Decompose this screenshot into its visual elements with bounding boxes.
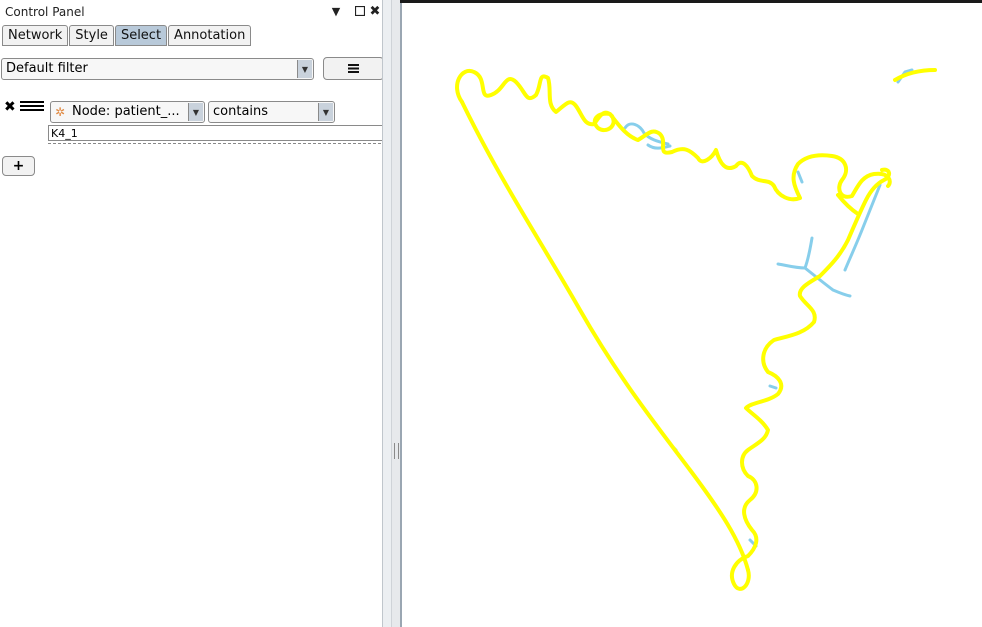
chevron-down-icon: ▼ [297, 60, 312, 78]
network-edge [646, 143, 672, 150]
condition-divider [48, 143, 381, 144]
network-edge [796, 170, 804, 184]
network-edges-yellow [455, 68, 937, 591]
hamburger-menu-icon [348, 64, 359, 73]
plus-icon: + [12, 158, 25, 174]
tab-bar: Network Style Select Annotation [2, 25, 252, 46]
panel-title: Control Panel [5, 5, 85, 19]
panel-scrollbar[interactable] [382, 0, 391, 627]
drag-handle-icon[interactable] [20, 101, 44, 111]
float-window-icon[interactable] [354, 5, 366, 17]
column-select[interactable]: ✲ Node: patient_... ▼ [50, 101, 205, 123]
splitter[interactable] [391, 0, 400, 627]
network-edge [893, 68, 937, 82]
close-icon[interactable]: ✖ [369, 4, 381, 19]
panel-header: Control Panel ▼ ✖ [0, 2, 390, 22]
network-edge [729, 167, 891, 591]
tab-style[interactable]: Style [69, 25, 114, 46]
operator-select[interactable]: contains ▼ [208, 101, 335, 123]
network-edge [460, 100, 750, 572]
splitter-grip-icon[interactable] [394, 443, 399, 459]
operator-select-value: contains [213, 104, 269, 119]
filter-menu-button[interactable] [323, 57, 384, 80]
tab-select[interactable]: Select [114, 25, 168, 46]
filter-select-value: Default filter [6, 61, 88, 76]
tab-network[interactable]: Network [2, 25, 69, 46]
network-edge [455, 68, 892, 202]
network-canvas[interactable] [402, 3, 982, 627]
minimize-icon[interactable]: ▼ [330, 5, 342, 18]
remove-condition-icon[interactable]: ✖ [4, 99, 16, 115]
network-edge [776, 236, 814, 270]
column-select-value: Node: patient_... [72, 104, 180, 119]
chevron-down-icon: ▼ [188, 103, 203, 121]
tab-annotation[interactable]: Annotation [168, 25, 252, 46]
chevron-down-icon: ▼ [318, 103, 333, 121]
selected-edges-blue [623, 68, 914, 548]
filter-value-input[interactable] [48, 125, 383, 141]
control-panel: Control Panel ▼ ✖ Network Style Select A… [0, 0, 384, 627]
network-edge [768, 384, 778, 390]
filter-select[interactable]: Default filter ▼ [1, 58, 314, 80]
node-icon: ✲ [55, 105, 66, 119]
add-condition-button[interactable]: + [2, 156, 35, 176]
